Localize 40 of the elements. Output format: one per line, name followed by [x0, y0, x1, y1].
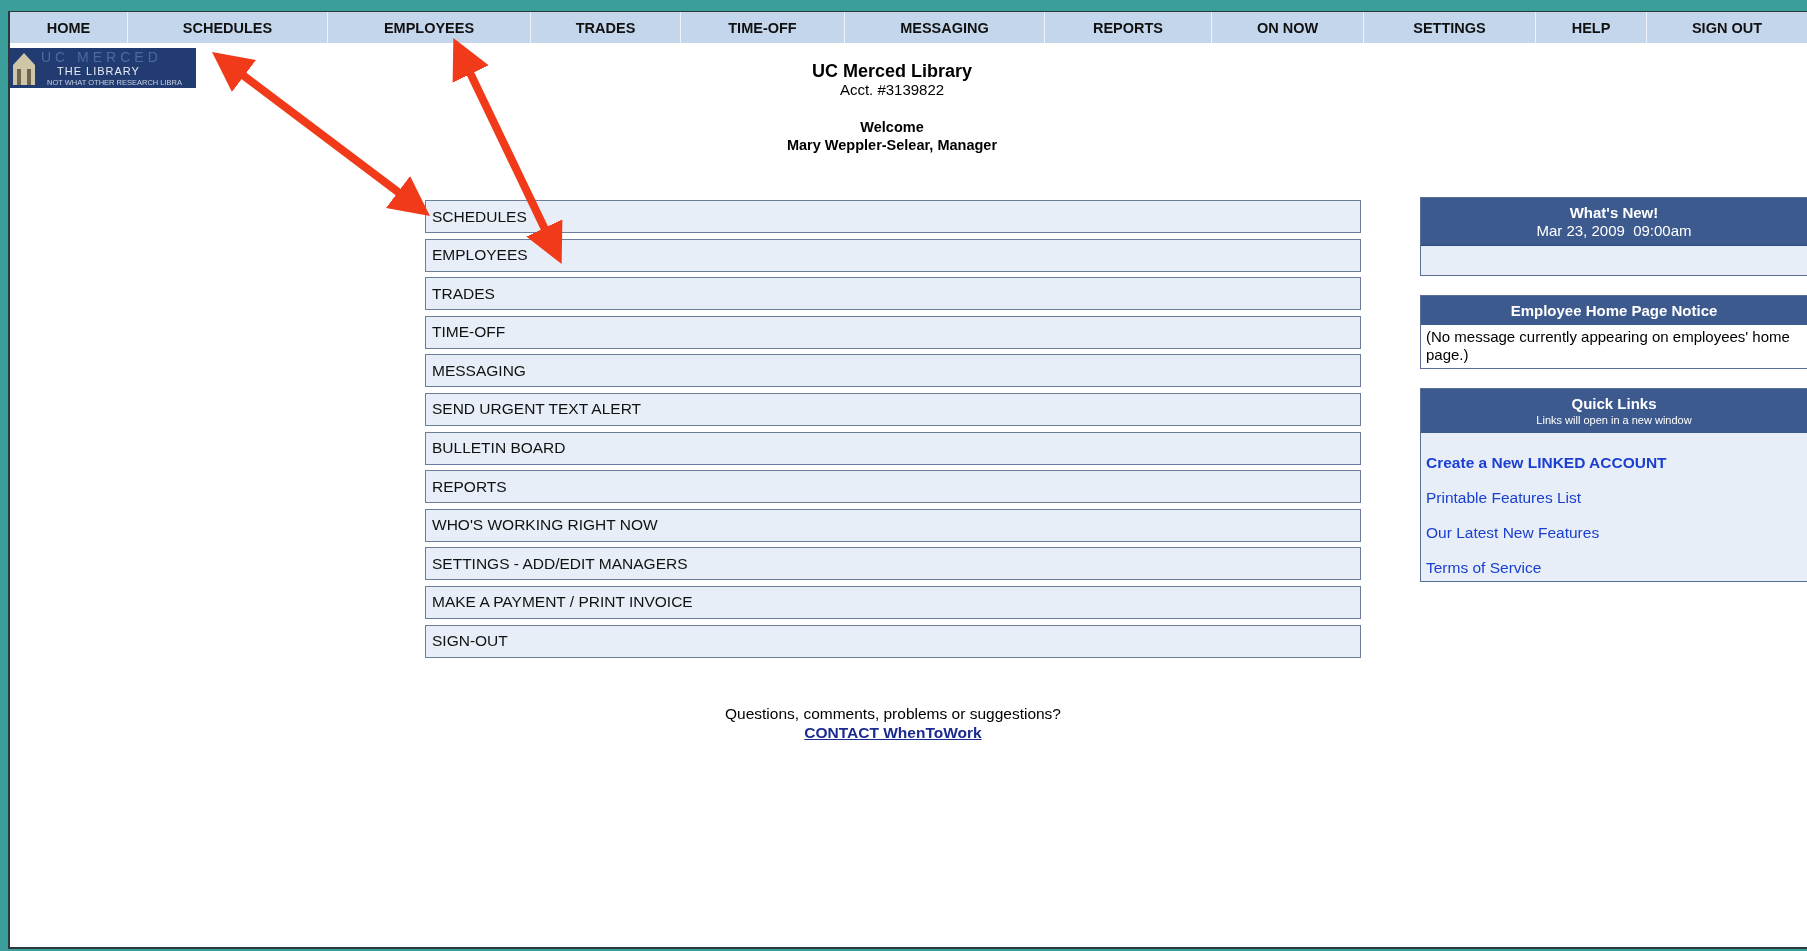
footer-text: Questions, comments, problems or suggestions? [725, 703, 1061, 723]
nav-tab[interactable]: SIGN OUT [1647, 12, 1807, 43]
nav-tab[interactable]: SCHEDULES [128, 12, 328, 43]
menu-item[interactable]: SEND URGENT TEXT ALERT [425, 392, 1361, 426]
user-name: Mary Weppler-Selear, Manager [786, 136, 998, 154]
welcome-text: Welcome [860, 118, 924, 136]
panel-note: Links will open in a new window [1536, 413, 1692, 428]
panel-title: What's New! [1569, 204, 1659, 222]
nav-tab[interactable]: HOME [10, 12, 128, 43]
quick-link[interactable]: Printable Features List [1426, 488, 1582, 508]
menu-item[interactable]: WHO'S WORKING RIGHT NOW [425, 508, 1361, 542]
menu-item[interactable]: MAKE A PAYMENT / PRINT INVOICE [425, 585, 1361, 619]
nav-tab[interactable]: TIME-OFF [681, 12, 845, 43]
menu-item[interactable]: EMPLOYEES [425, 238, 1361, 272]
quick-link[interactable]: Terms of Service [1426, 558, 1542, 578]
nav-tab[interactable]: MESSAGING [845, 12, 1045, 43]
menu-item[interactable]: SIGN-OUT [425, 624, 1361, 658]
panel-title: Employee Home Page Notice [1510, 302, 1718, 320]
building-icon [11, 51, 37, 85]
account-name: UC Merced Library [811, 61, 973, 81]
nav-tab[interactable]: ON NOW [1212, 12, 1364, 43]
menu-item[interactable]: MESSAGING [425, 354, 1361, 388]
menu-item[interactable]: SCHEDULES [425, 200, 1361, 233]
nav-tab[interactable]: EMPLOYEES [328, 12, 531, 43]
menu-item[interactable]: TIME-OFF [425, 315, 1361, 349]
menu-item[interactable]: REPORTS [425, 470, 1361, 504]
panel-title: Quick Links [1571, 395, 1657, 413]
menu-item[interactable]: TRADES [425, 277, 1361, 311]
nav-tab[interactable]: SETTINGS [1364, 12, 1536, 43]
logo-subtitle: THE LIBRARY [57, 65, 140, 78]
nav-tab[interactable]: HELP [1536, 12, 1647, 43]
menu-item[interactable]: SETTINGS - ADD/EDIT MANAGERS [425, 547, 1361, 581]
contact-link[interactable]: CONTACT WhenToWork [804, 722, 982, 743]
quick-link[interactable]: Create a New LINKED ACCOUNT [1426, 453, 1667, 473]
menu-item[interactable]: BULLETIN BOARD [425, 431, 1361, 465]
nav-tab[interactable]: TRADES [531, 12, 681, 43]
nav-tab[interactable]: REPORTS [1045, 12, 1212, 43]
account-number: Acct. #3139822 [839, 81, 945, 99]
panel-subtitle: Mar 23, 2009 09:00am [1536, 222, 1692, 240]
quick-link[interactable]: Our Latest New Features [1426, 523, 1600, 543]
